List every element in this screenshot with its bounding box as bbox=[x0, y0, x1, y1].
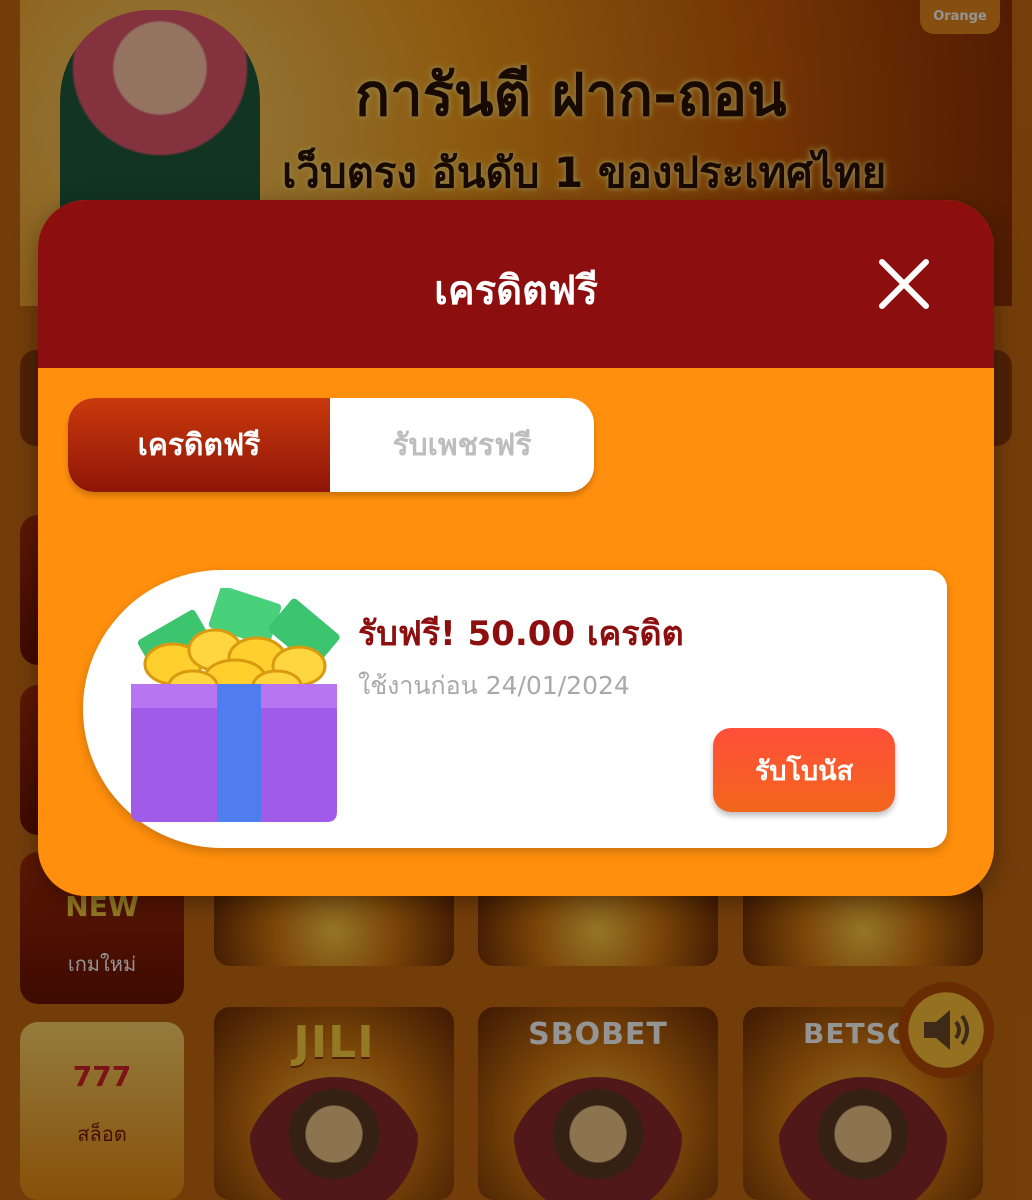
offer-expiry: ใช้งานก่อน 24/01/2024 bbox=[358, 671, 630, 700]
free-credit-modal: เครดิตฟรี เครดิตฟรี รับเพชรฟรี รับฟรี! 5… bbox=[38, 200, 994, 896]
close-icon bbox=[879, 259, 929, 309]
claim-bonus-button[interactable]: รับโบนัส bbox=[713, 728, 895, 812]
tab-free-diamonds[interactable]: รับเพชรฟรี bbox=[330, 398, 594, 492]
gift-box-icon bbox=[131, 588, 340, 822]
close-button[interactable] bbox=[872, 252, 936, 316]
modal-header: เครดิตฟรี bbox=[38, 200, 994, 368]
tab-free-credit[interactable]: เครดิตฟรี bbox=[68, 398, 330, 492]
offer-title: รับฟรี! 50.00 เครดิต bbox=[358, 614, 684, 654]
modal-title: เครดิตฟรี bbox=[434, 268, 598, 314]
offer-card: รับฟรี! 50.00 เครดิต ใช้งานก่อน 24/01/20… bbox=[83, 570, 947, 848]
tab-switcher: เครดิตฟรี รับเพชรฟรี bbox=[68, 398, 594, 492]
